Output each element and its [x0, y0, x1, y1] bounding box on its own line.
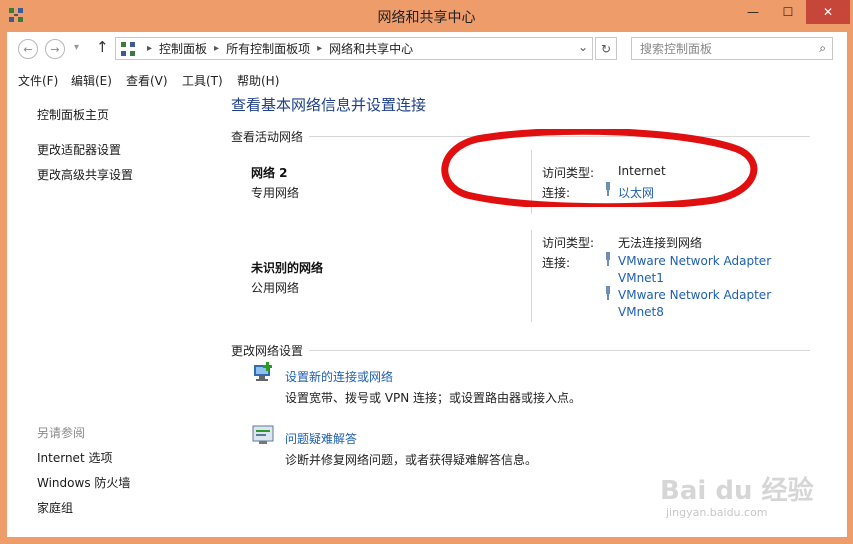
breadcrumb-control-panel[interactable]: 控制面板 [159, 40, 207, 57]
menu-edit[interactable]: 编辑(E) [71, 72, 112, 89]
address-field[interactable]: ▸ 控制面板 ▸ 所有控制面板项 ▸ 网络和共享中心 ⌄ [115, 37, 593, 60]
window: 网络和共享中心 — ☐ ✕ ← → ▾ ↑ ▸ 控制面板 ▸ 所有控制面板项 ▸ [0, 0, 853, 544]
up-button[interactable]: ↑ [96, 38, 109, 56]
setup-new-connection-link[interactable]: 设置新的连接或网络 [285, 368, 393, 385]
back-button[interactable]: ← [18, 39, 38, 59]
maximize-button[interactable]: ☐ [772, 0, 804, 24]
network-name: 网络 2 [251, 166, 288, 180]
window-client: ← → ▾ ↑ ▸ 控制面板 ▸ 所有控制面板项 ▸ 网络和共享中心 ⌄ ↻ 搜… [7, 32, 847, 537]
access-type-value: Internet [618, 164, 666, 178]
menu-bar: 文件(F) 编辑(E) 查看(V) 工具(T) 帮助(H) [7, 68, 847, 90]
network-divider [531, 230, 532, 322]
setup-new-connection-desc: 设置宽带、拨号或 VPN 连接；或设置路由器或接入点。 [285, 391, 582, 405]
breadcrumb-separator[interactable]: ▸ [317, 43, 322, 54]
sidebar-link-adapter-settings[interactable]: 更改适配器设置 [37, 141, 121, 158]
connection-link-vmnet1-line2[interactable]: VMnet1 [618, 271, 664, 285]
minimize-button[interactable]: — [737, 0, 769, 24]
breadcrumb-separator[interactable]: ▸ [147, 43, 152, 54]
connection-link-vmnet8-line2[interactable]: VMnet8 [618, 305, 664, 319]
connection-link-ethernet[interactable]: 以太网 [618, 184, 654, 201]
address-history-dropdown[interactable]: ⌄ [578, 40, 588, 54]
sidebar-link-windows-firewall[interactable]: Windows 防火墙 [37, 474, 130, 491]
search-placeholder: 搜索控制面板 [640, 42, 713, 56]
new-connection-icon [254, 362, 272, 381]
network-type[interactable]: 公用网络 [251, 279, 299, 296]
section-divider [309, 350, 810, 351]
page-title: 查看基本网络信息并设置连接 [231, 96, 427, 114]
menu-tools[interactable]: 工具(T) [182, 72, 223, 89]
network-name: 未识别的网络 [251, 261, 324, 275]
window-title: 网络和共享中心 [377, 10, 476, 26]
troubleshoot-link[interactable]: 问题疑难解答 [285, 430, 357, 447]
control-panel-icon [121, 41, 135, 56]
section-divider [309, 136, 810, 137]
troubleshoot-desc: 诊断并修复网络问题，或者获得疑难解答信息。 [285, 453, 538, 467]
see-also-heading: 另请参阅 [37, 426, 86, 440]
recent-pages-dropdown[interactable]: ▾ [74, 42, 79, 53]
ethernet-plug-icon [606, 252, 610, 266]
sidebar-link-homegroup[interactable]: 家庭组 [37, 499, 73, 516]
search-input[interactable]: 搜索控制面板 ⌕ [631, 37, 833, 60]
sidebar: 控制面板主页 更改适配器设置 更改高级共享设置 另请参阅 Internet 选项… [7, 90, 212, 537]
troubleshoot-icon [252, 425, 274, 444]
connection-link-vmnet1[interactable]: VMware Network Adapter [618, 254, 771, 268]
sidebar-link-internet-options[interactable]: Internet 选项 [37, 449, 112, 466]
network-divider [531, 150, 532, 214]
forward-button[interactable]: → [45, 39, 65, 59]
address-bar: ← → ▾ ↑ ▸ 控制面板 ▸ 所有控制面板项 ▸ 网络和共享中心 ⌄ ↻ 搜… [7, 32, 847, 66]
ethernet-plug-icon [606, 182, 610, 196]
sidebar-link-advanced-sharing[interactable]: 更改高级共享设置 [37, 166, 133, 183]
title-bar[interactable]: 网络和共享中心 — ☐ ✕ [0, 0, 853, 32]
close-button[interactable]: ✕ [806, 0, 850, 24]
access-type-label: 访问类型: [542, 166, 595, 180]
connections-label: 连接: [542, 186, 571, 200]
sidebar-link-control-panel-home[interactable]: 控制面板主页 [37, 106, 109, 123]
breadcrumb-all-items[interactable]: 所有控制面板项 [226, 40, 310, 57]
active-networks-heading: 查看活动网络 [231, 130, 304, 144]
menu-file[interactable]: 文件(F) [18, 72, 58, 89]
change-settings-heading: 更改网络设置 [231, 344, 304, 358]
refresh-button[interactable]: ↻ [595, 37, 617, 60]
search-icon[interactable]: ⌕ [819, 41, 826, 56]
ethernet-plug-icon [606, 286, 610, 300]
connections-label: 连接: [542, 256, 571, 270]
breadcrumb-network-center[interactable]: 网络和共享中心 [329, 40, 413, 57]
access-type-label: 访问类型: [542, 236, 595, 250]
menu-view[interactable]: 查看(V) [126, 72, 168, 89]
menu-help[interactable]: 帮助(H) [237, 72, 279, 89]
breadcrumb-separator[interactable]: ▸ [214, 43, 219, 54]
main-content: 查看基本网络信息并设置连接 查看活动网络 网络 2 专用网络 访问类型: Int… [212, 90, 847, 537]
network-type[interactable]: 专用网络 [251, 184, 299, 201]
access-type-value: 无法连接到网络 [618, 236, 703, 250]
connection-link-vmnet8[interactable]: VMware Network Adapter [618, 288, 771, 302]
